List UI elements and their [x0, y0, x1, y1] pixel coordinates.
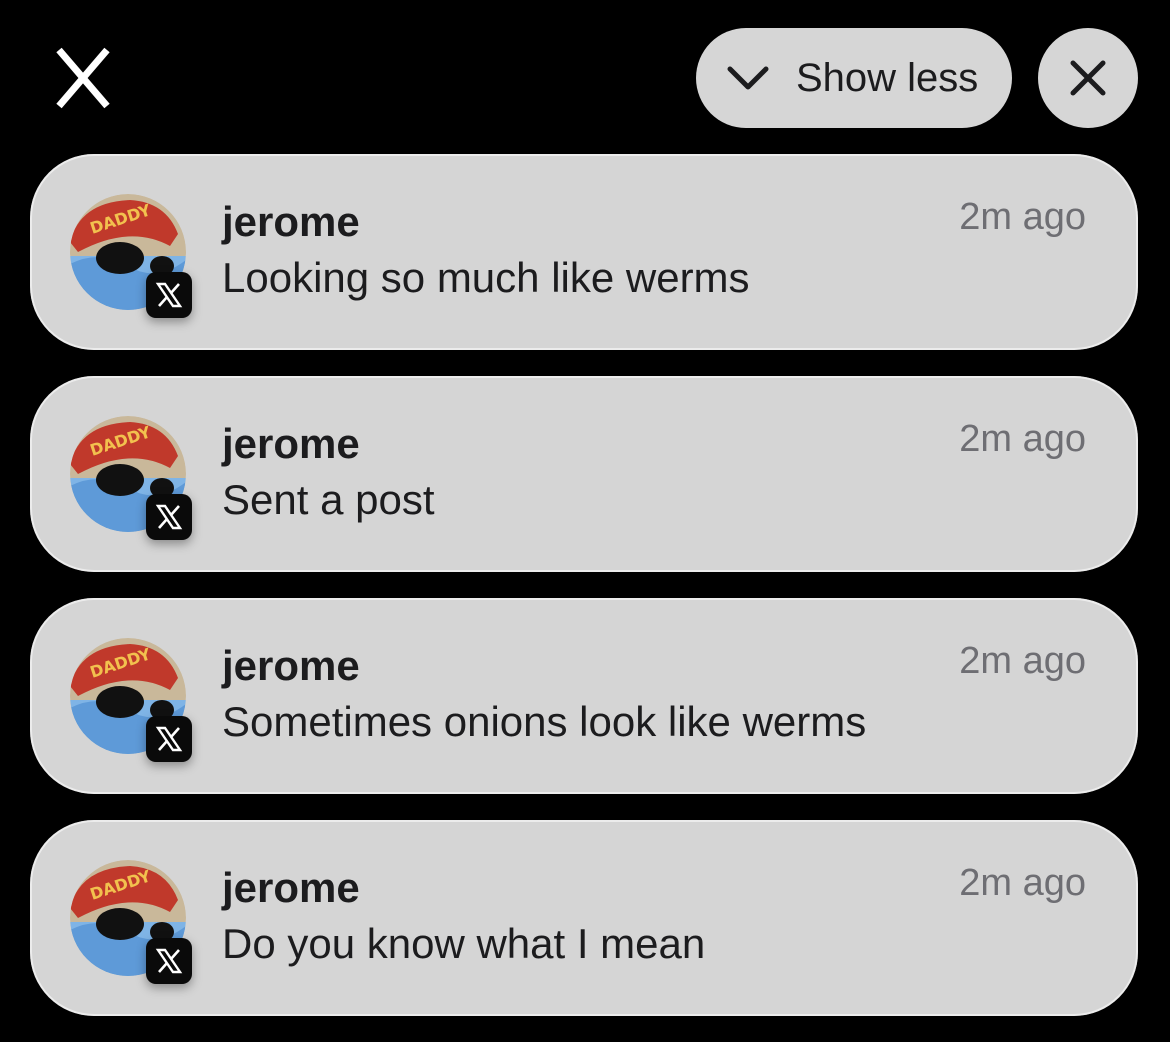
notification-message: Looking so much like werms: [222, 254, 750, 301]
x-logo-icon: [155, 726, 183, 752]
sender-name: jerome: [222, 420, 360, 467]
notification-card[interactable]: DADDY jerome 2m ago Looking so much like…: [30, 154, 1138, 350]
sender-name: jerome: [222, 198, 360, 245]
timestamp: 2m ago: [959, 640, 1086, 682]
x-logo-icon: [56, 47, 110, 109]
avatar-container: DADDY: [70, 416, 192, 540]
notification-card[interactable]: DADDY jerome 2m ago Sent a post: [30, 376, 1138, 572]
notification-message: Sent a post: [222, 476, 435, 523]
notification-stack: DADDY jerome 2m ago Looking so much like…: [30, 154, 1138, 1042]
close-icon: [1070, 60, 1106, 96]
avatar-container: DADDY: [70, 638, 192, 762]
show-less-button[interactable]: Show less: [696, 28, 1012, 128]
sender-name: jerome: [222, 864, 360, 911]
chevron-down-icon: [727, 66, 769, 90]
x-logo-icon: [155, 504, 183, 530]
x-app-badge: [146, 272, 192, 318]
notification-message: Sometimes onions look like werms: [222, 698, 867, 745]
show-less-label: Show less: [796, 55, 979, 100]
x-app-badge: [146, 716, 192, 762]
timestamp: 2m ago: [959, 196, 1086, 238]
x-logo-icon: [155, 282, 183, 308]
x-app-badge: [146, 938, 192, 984]
notification-card[interactable]: DADDY jerome 2m ago Sometimes onions loo…: [30, 598, 1138, 794]
timestamp: 2m ago: [959, 862, 1086, 904]
notification-card[interactable]: DADDY jerome 2m ago Do you know what I m…: [30, 820, 1138, 1016]
avatar-container: DADDY: [70, 194, 192, 318]
avatar-container: DADDY: [70, 860, 192, 984]
timestamp: 2m ago: [959, 418, 1086, 460]
x-logo-icon: [155, 948, 183, 974]
close-button[interactable]: [1038, 28, 1138, 128]
sender-name: jerome: [222, 642, 360, 689]
x-app-badge: [146, 494, 192, 540]
notification-message: Do you know what I mean: [222, 920, 706, 967]
